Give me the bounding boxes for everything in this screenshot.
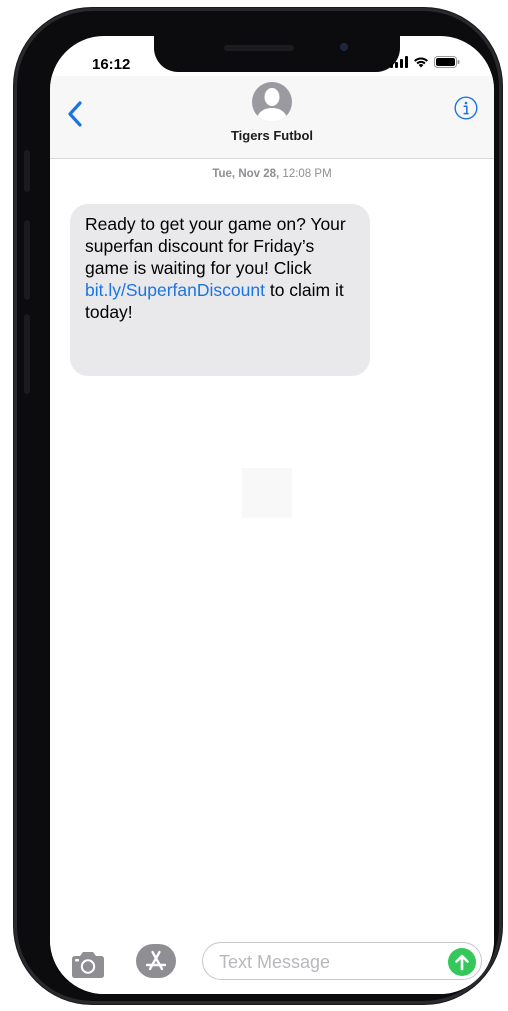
camera-button[interactable] <box>68 948 108 980</box>
contact-avatar[interactable] <box>252 82 292 122</box>
info-button[interactable] <box>454 96 478 120</box>
send-button[interactable] <box>448 948 476 976</box>
message-composer: Text Message <box>50 940 494 994</box>
signal-icon <box>390 56 408 68</box>
chevron-left-icon <box>68 101 82 127</box>
camera-icon <box>72 952 104 978</box>
phone-frame: 16:12 Tigers Futbol Tue, Nov 28, 12:08 P… <box>14 8 502 1004</box>
message-timestamp: Tue, Nov 28, 12:08 PM <box>50 168 494 180</box>
message-text: Ready to get your game on? Your superfan… <box>85 214 346 278</box>
notch <box>154 36 400 72</box>
message-link[interactable]: bit.ly/SuperfanDiscount <box>85 280 265 300</box>
faint-placeholder-square <box>242 468 292 518</box>
front-camera <box>340 43 348 51</box>
arrow-up-icon <box>455 954 469 971</box>
earpiece-speaker <box>224 45 294 51</box>
app-store-icon <box>145 950 167 971</box>
incoming-message-bubble[interactable]: Ready to get your game on? Your superfan… <box>70 204 370 376</box>
status-time: 16:12 <box>92 56 131 73</box>
info-icon <box>454 96 478 120</box>
wifi-icon <box>413 56 429 68</box>
volume-up-button <box>24 220 30 300</box>
mute-switch <box>24 150 30 192</box>
screen: 16:12 Tigers Futbol Tue, Nov 28, 12:08 P… <box>50 36 494 994</box>
volume-down-button <box>24 314 30 394</box>
timestamp-time: 12:08 PM <box>279 168 332 180</box>
timestamp-day: Tue, Nov 28, <box>212 168 280 180</box>
status-icons <box>390 56 460 68</box>
message-input[interactable]: Text Message <box>202 942 482 980</box>
battery-icon <box>434 56 460 68</box>
back-button[interactable] <box>66 100 86 128</box>
contact-name[interactable]: Tigers Futbol <box>50 128 494 143</box>
app-store-button[interactable] <box>136 944 176 978</box>
person-silhouette-icon <box>256 88 288 122</box>
message-input-placeholder: Text Message <box>219 952 331 972</box>
conversation-header: Tigers Futbol <box>50 76 494 159</box>
